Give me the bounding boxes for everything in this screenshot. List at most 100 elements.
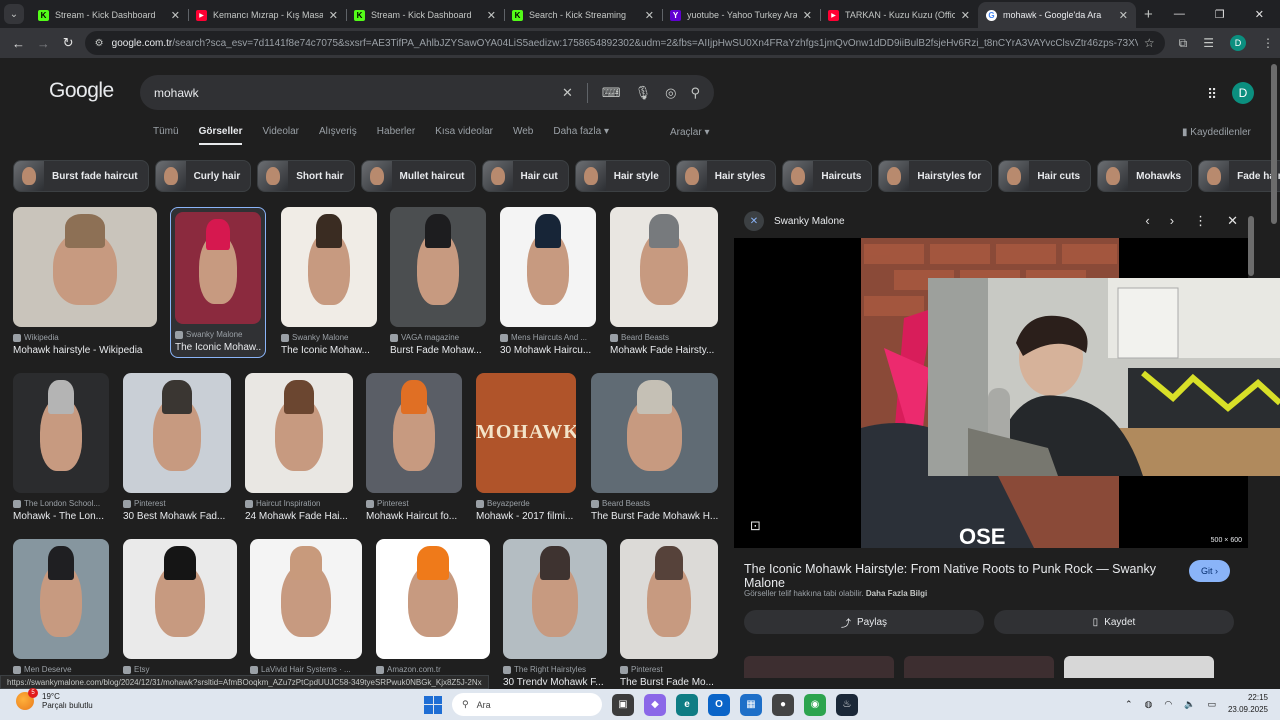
result-caption[interactable]: The Burst Fade Mohawk H... [591,511,718,522]
result-thumbnail[interactable] [500,207,596,327]
profile-avatar[interactable]: D [1230,35,1247,51]
image-result-card[interactable]: Beard Beasts Mohawk Fade Hairsty... [610,207,718,356]
result-caption[interactable]: Burst Fade Mohaw... [390,345,486,356]
result-thumbnail[interactable]: MOHAWK [476,373,576,493]
saved-link[interactable]: ▮ Kaydedilenler [1182,127,1251,138]
chip[interactable]: Hair cuts [998,160,1092,192]
image-result-card[interactable]: Haircut Inspiration 24 Mohawk Fade Hai... [245,373,353,522]
bookmark-star-icon[interactable]: ☆ [1144,36,1155,50]
image-result-card[interactable]: Swanky Malone The Iconic Mohaw... [170,207,266,358]
related-thumbnail[interactable] [744,656,894,678]
scroll-thumb[interactable] [1248,216,1254,276]
result-thumbnail[interactable] [610,207,718,327]
browser-tab-2[interactable]: ▶ Kemancı Mızrap - Kış Masalı - Y ✕ [188,2,346,28]
image-result-card[interactable]: Beard Beasts The Burst Fade Mohawk H... [591,373,718,522]
browser-tab-7[interactable]: Gmohawk - Google'da Ara ✕ [978,2,1136,28]
related-thumbnail[interactable] [1064,656,1214,678]
result-caption[interactable]: Mohawk Fade Hairsty... [610,345,718,356]
result-source[interactable]: Haircut Inspiration [245,499,353,508]
previous-chevron-icon[interactable]: ‹ [1145,213,1149,229]
apps-grid-icon[interactable]: ⠿ [1207,86,1217,103]
image-result-card[interactable]: Men Deserve [13,539,109,677]
keyboard-icon[interactable]: ⌨ [602,85,621,101]
result-caption[interactable]: The Iconic Mohaw... [175,342,261,353]
reading-list-icon[interactable]: ☰ [1203,36,1214,50]
steam-icon[interactable]: ♨ [836,693,858,716]
extensions-icon[interactable]: ⧉ [1179,36,1188,51]
result-thumbnail[interactable] [245,373,353,493]
google-logo[interactable]: Google [49,79,114,103]
tab-web[interactable]: Web [513,126,533,145]
chip[interactable]: Short hair [257,160,355,192]
lens-search-icon[interactable]: ⊡ [750,518,761,534]
close-icon[interactable]: ✕ [961,9,970,22]
app-tray-icon[interactable]: ◍ [1145,699,1153,710]
store-icon[interactable]: ▦ [740,693,762,716]
chrome-icon[interactable]: ◉ [804,693,826,716]
result-source[interactable]: Pinterest [620,665,718,674]
related-thumbnail[interactable] [904,656,1054,678]
wifi-icon[interactable]: ◠ [1164,699,1172,710]
browser-tab-1[interactable]: K Stream - Kick Dashboard ✕ [30,2,188,28]
result-thumbnail[interactable] [123,373,231,493]
image-result-card[interactable]: Amazon.com.tr [376,539,490,677]
tab-short-videos[interactable]: Kısa videolar [435,126,493,145]
visit-button[interactable]: Git › [1189,560,1231,582]
image-result-card[interactable]: Pinterest Mohawk Haircut fo... [366,373,462,522]
close-window-icon[interactable]: ✕ [1255,8,1264,21]
outlook-icon[interactable]: O [708,693,730,716]
close-icon[interactable]: ✕ [487,9,496,22]
tab-search-chevron-icon[interactable]: ⌄ [4,4,24,24]
search-icon[interactable]: ⚲ [690,85,700,101]
result-thumbnail[interactable] [390,207,486,327]
chip[interactable]: Curly hair [154,160,252,192]
result-thumbnail[interactable] [591,373,718,493]
result-caption[interactable]: 30 Trendy Mohawk F... [503,677,607,685]
lens-icon[interactable]: ◎ [665,85,676,101]
result-source[interactable]: The Right Hairstyles [503,665,607,674]
result-thumbnail[interactable] [366,373,462,493]
result-thumbnail[interactable] [123,539,237,659]
result-source[interactable]: Pinterest [123,499,231,508]
image-result-card[interactable]: The London School... Mohawk - The Lon... [13,373,109,522]
start-windows-icon[interactable] [424,695,442,714]
result-caption[interactable]: 24 Mohawk Fade Hai... [245,511,353,522]
result-caption[interactable]: Mohawk hairstyle - Wikipedia [13,345,157,356]
tools-menu[interactable]: Araçlar ▾ [670,127,709,138]
task-view-icon[interactable]: ▣ [612,693,634,716]
result-source[interactable]: Etsy [123,665,237,674]
chevron-up-icon[interactable]: ⌃ [1125,699,1133,710]
result-thumbnail[interactable] [13,373,109,493]
chip[interactable]: Burst fade haircut [13,160,149,192]
result-thumbnail[interactable] [250,539,362,659]
close-icon[interactable]: ✕ [171,9,180,22]
image-result-card[interactable]: Mens Haircuts And ... 30 Mohawk Haircu... [500,207,596,356]
result-source[interactable]: Beard Beasts [591,499,718,508]
image-result-card[interactable]: MOHAWK Beyazperde Mohawk - 2017 filmi... [476,373,576,522]
close-icon[interactable]: ✕ [1119,9,1128,22]
result-thumbnail[interactable] [503,539,607,659]
result-thumbnail[interactable] [281,207,377,327]
tab-more[interactable]: Daha fazla ▾ [553,126,609,145]
chip[interactable]: Hair cut [481,160,569,192]
chip[interactable]: Haircuts [782,160,873,192]
site-info-icon[interactable]: ⚙ [95,38,104,49]
reload-icon[interactable]: ↻ [56,35,81,51]
browser-tab-5[interactable]: Yyuotube - Yahoo Turkey Arama ✕ [662,2,820,28]
more-menu-icon[interactable]: ⋮ [1262,36,1274,50]
weather-widget[interactable]: 5 19°C Parçalı bulutlu [16,688,93,710]
result-caption[interactable]: 30 Mohawk Haircu... [500,345,596,356]
chip[interactable]: Mullet haircut [360,160,476,192]
taskbar-search[interactable]: ⚲ Ara [452,693,602,716]
address-bar[interactable]: ⚙ google.com.tr /search?sca_esv=7d1141f8… [84,31,1165,55]
result-caption[interactable]: Mohawk Haircut fo... [366,511,462,522]
minimize-icon[interactable]: — [1174,8,1185,21]
result-source[interactable]: Mens Haircuts And ... [500,333,596,342]
result-caption[interactable]: Mohawk - 2017 filmi... [476,511,576,522]
back-arrow-icon[interactable]: ← [6,36,31,51]
close-icon[interactable]: ✕ [329,9,338,22]
battery-icon[interactable]: ▭ [1207,699,1216,710]
result-caption[interactable]: 30 Best Mohawk Fad... [123,511,231,522]
browser-tab-3[interactable]: K Stream - Kick Dashboard ✕ [346,2,504,28]
tab-images[interactable]: Görseller [198,126,243,145]
